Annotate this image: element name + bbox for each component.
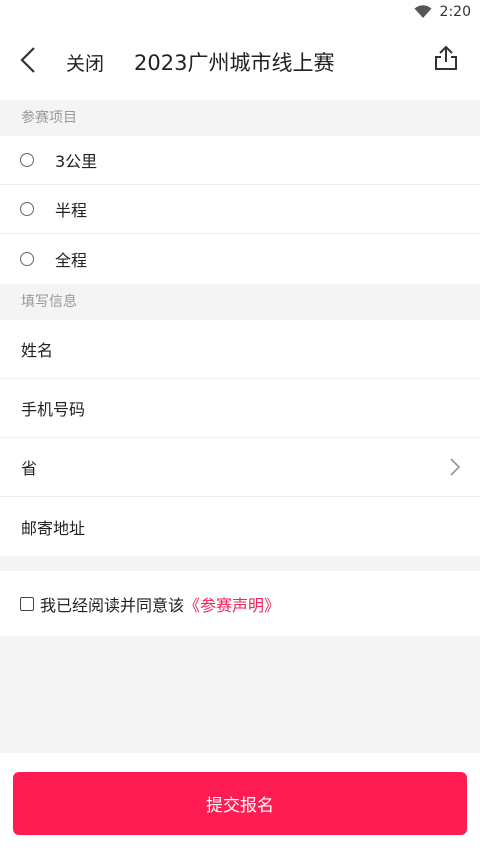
field-label: 邮寄地址 — [21, 518, 86, 538]
field-label: 省 — [21, 459, 38, 478]
agreement-text: 我已经阅读并同意该 — [40, 595, 185, 615]
wifi-icon — [414, 5, 432, 19]
section-info-title: 填写信息 — [0, 284, 480, 320]
footer-bar: 提交报名 — [0, 753, 480, 853]
option-label: 全程 — [55, 251, 88, 270]
event-options: 3公里 半程 全程 — [0, 136, 480, 284]
chevron-right-icon — [450, 458, 461, 480]
event-option[interactable]: 全程 — [0, 234, 480, 284]
radio-button[interactable] — [20, 202, 34, 216]
field-label: 手机号码 — [21, 400, 86, 419]
field-label: 姓名 — [21, 341, 54, 360]
agreement-link[interactable]: 《参赛声明》 — [184, 592, 280, 616]
back-button[interactable] — [0, 34, 56, 90]
agreement-row: 我已经阅读并同意该 《参赛声明》 — [0, 571, 480, 636]
submit-button[interactable]: 提交报名 — [13, 772, 467, 835]
info-fields: 姓名 手机号码 省 邮寄地址 — [0, 320, 480, 556]
divider — [0, 556, 480, 571]
back-arrow-icon — [20, 46, 36, 78]
event-option[interactable]: 半程 — [0, 185, 480, 234]
empty-area — [0, 636, 480, 748]
section-event-title: 参赛项目 — [0, 100, 480, 136]
close-button[interactable]: 关闭 — [66, 49, 104, 76]
share-button[interactable] — [426, 40, 466, 80]
agreement-checkbox[interactable] — [20, 596, 34, 611]
option-label: 半程 — [55, 201, 88, 220]
status-bar: 2:20 — [0, 0, 480, 24]
event-option[interactable]: 3公里 — [0, 136, 480, 185]
app-header: 关闭 2023广州城市线上赛 — [0, 24, 480, 100]
radio-button[interactable] — [20, 153, 34, 167]
radio-button[interactable] — [20, 252, 34, 266]
status-time: 2:20 — [439, 4, 471, 20]
name-field[interactable]: 姓名 — [0, 320, 480, 379]
page-title: 2023广州城市线上赛 — [134, 51, 335, 75]
share-icon — [434, 45, 458, 75]
phone-field[interactable]: 手机号码 — [0, 379, 480, 438]
address-field[interactable]: 邮寄地址 — [0, 497, 480, 556]
province-select[interactable]: 省 — [0, 438, 480, 497]
option-label: 3公里 — [55, 152, 98, 171]
